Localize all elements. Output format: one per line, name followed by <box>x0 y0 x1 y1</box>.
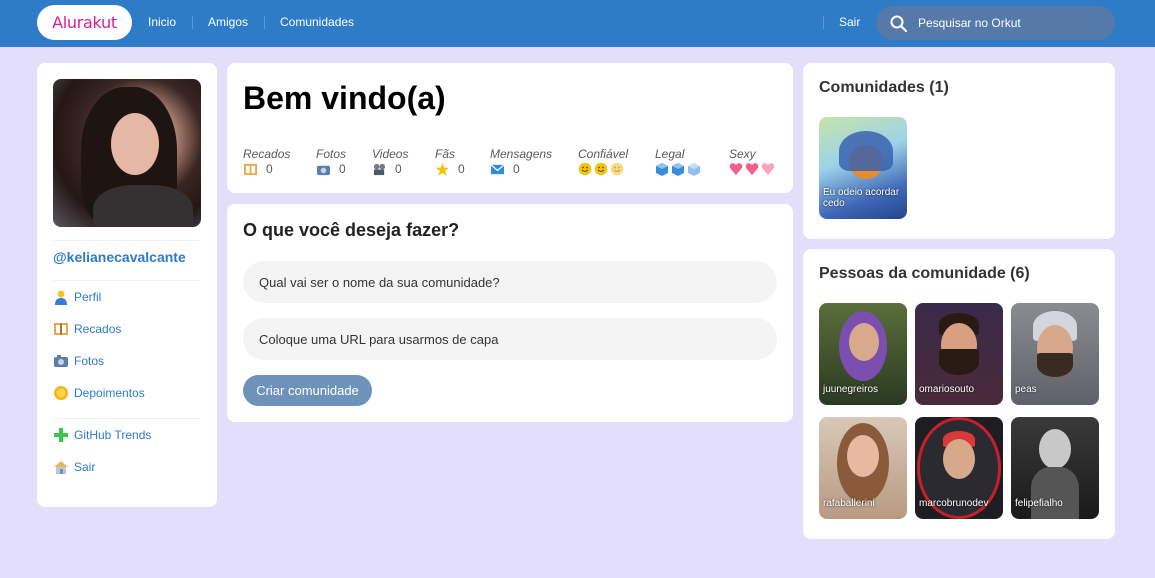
nav-divider <box>823 16 824 29</box>
stat-value: 0 <box>458 162 465 176</box>
sidebar-item-label: GitHub Trends <box>74 428 152 442</box>
people-title: Pessoas da comunidade (6) <box>819 265 1030 282</box>
home-icon <box>54 461 68 474</box>
sidebar-item-label: Depoimentos <box>74 386 145 400</box>
person-card[interactable]: rafaballerini <box>819 417 907 519</box>
stat-fas: Fãs 0 <box>435 147 465 176</box>
welcome-title: Bem vindo(a) <box>243 80 446 116</box>
stat-value: 0 <box>266 162 273 176</box>
stat-videos: Videos 0 <box>372 147 408 176</box>
ice-cube-icon <box>656 163 700 176</box>
community-name: Eu odeio acordar cedo <box>823 187 900 209</box>
rating-legal: Legal <box>655 147 703 176</box>
logout-link[interactable]: Sair <box>839 0 860 47</box>
divider <box>53 280 200 281</box>
stat-value: 0 <box>395 162 402 176</box>
person-card[interactable]: omariosouto <box>915 303 1003 405</box>
stat-label: Fãs <box>435 147 456 161</box>
stat-value: 0 <box>513 162 520 176</box>
create-community-button[interactable]: Criar comunidade <box>243 375 372 406</box>
person-name: felipefialho <box>1015 498 1063 509</box>
rating-label: Confiável <box>578 147 629 161</box>
notebook-icon <box>54 323 68 335</box>
plus-icon <box>54 428 68 442</box>
search-icon <box>890 15 907 32</box>
sun-icon <box>54 386 68 400</box>
nav-divider <box>264 16 265 29</box>
welcome-card: Bem vindo(a) Recados 0 Fotos 0 Videos 0 … <box>227 63 793 193</box>
profile-sidebar: @kelianecavalcante Perfil Recados Fotos … <box>37 63 217 507</box>
sidebar-item-label: Sair <box>74 460 96 474</box>
nav-comunidades-link[interactable]: Comunidades <box>280 0 354 47</box>
stat-label: Videos <box>372 147 409 161</box>
stat-value: 0 <box>339 162 346 176</box>
sidebar-item-depoimentos[interactable]: Depoimentos <box>53 384 145 402</box>
sidebar-item-label: Perfil <box>74 290 102 304</box>
stat-fotos: Fotos 0 <box>316 147 346 176</box>
stat-recados: Recados 0 <box>243 147 290 176</box>
camera-icon <box>54 355 68 367</box>
person-name: omariosouto <box>919 384 975 395</box>
smiley-icon <box>578 162 624 176</box>
sidebar-item-label: Fotos <box>74 354 105 368</box>
person-name: rafaballerini <box>823 498 875 509</box>
video-camera-icon <box>373 163 386 175</box>
person-card[interactable]: marcobrunodev <box>915 417 1003 519</box>
divider <box>53 240 200 241</box>
communities-box: Comunidades (1) Eu odeio acordar cedo <box>803 63 1115 239</box>
divider <box>53 418 200 419</box>
sidebar-item-recados[interactable]: Recados <box>53 320 121 338</box>
stat-label: Fotos <box>316 147 347 161</box>
sidebar-item-perfil[interactable]: Perfil <box>53 288 101 306</box>
rating-sexy: Sexy <box>729 147 777 176</box>
stat-label: Mensagens <box>490 147 553 161</box>
profile-avatar <box>53 79 201 227</box>
community-cover-url-input[interactable] <box>243 318 777 360</box>
person-name: juunegreiros <box>823 384 879 395</box>
nav-inicio-link[interactable]: Inicio <box>148 0 176 47</box>
person-name: marcobrunodev <box>919 498 989 509</box>
community-name-input[interactable] <box>243 261 777 303</box>
star-icon <box>436 162 449 176</box>
alurakut-logo[interactable]: Alurakut <box>37 5 132 40</box>
envelope-icon <box>490 163 505 174</box>
rating-label: Legal <box>655 147 685 161</box>
profile-username-link[interactable]: @kelianecavalcante <box>53 249 186 265</box>
create-community-card: O que você deseja fazer? Criar comunidad… <box>227 204 793 422</box>
user-icon <box>55 290 67 305</box>
sidebar-item-label: Recados <box>74 322 122 336</box>
stat-mensagens: Mensagens 0 <box>490 147 552 176</box>
rating-icons <box>655 162 703 176</box>
sidebar-item-github-trends[interactable]: GitHub Trends <box>53 426 151 444</box>
stat-label: Recados <box>243 147 291 161</box>
person-card[interactable]: juunegreiros <box>819 303 907 405</box>
search-input[interactable] <box>918 6 1108 40</box>
community-people-box: Pessoas da comunidade (6) juunegreiros o… <box>803 249 1115 539</box>
rating-confiavel: Confiável <box>578 147 628 176</box>
top-navbar: Alurakut Inicio Amigos Comunidades Sair <box>0 0 1155 47</box>
person-card[interactable]: peas <box>1011 303 1099 405</box>
sidebar-item-sair[interactable]: Sair <box>53 458 95 476</box>
person-name: peas <box>1015 384 1037 395</box>
search-bar[interactable] <box>876 6 1115 40</box>
rating-label: Sexy <box>729 147 756 161</box>
notebook-icon <box>244 163 257 175</box>
rating-icons <box>729 162 777 176</box>
community-card[interactable]: Eu odeio acordar cedo <box>819 117 907 219</box>
communities-title: Comunidades (1) <box>819 79 949 96</box>
rating-icons <box>578 162 628 176</box>
person-card[interactable]: felipefialho <box>1011 417 1099 519</box>
nav-amigos-link[interactable]: Amigos <box>208 0 248 47</box>
nav-divider <box>192 16 193 29</box>
sidebar-item-fotos[interactable]: Fotos <box>53 352 104 370</box>
create-community-title: O que você deseja fazer? <box>243 220 460 240</box>
heart-icon <box>729 163 775 175</box>
camera-icon <box>317 165 330 175</box>
